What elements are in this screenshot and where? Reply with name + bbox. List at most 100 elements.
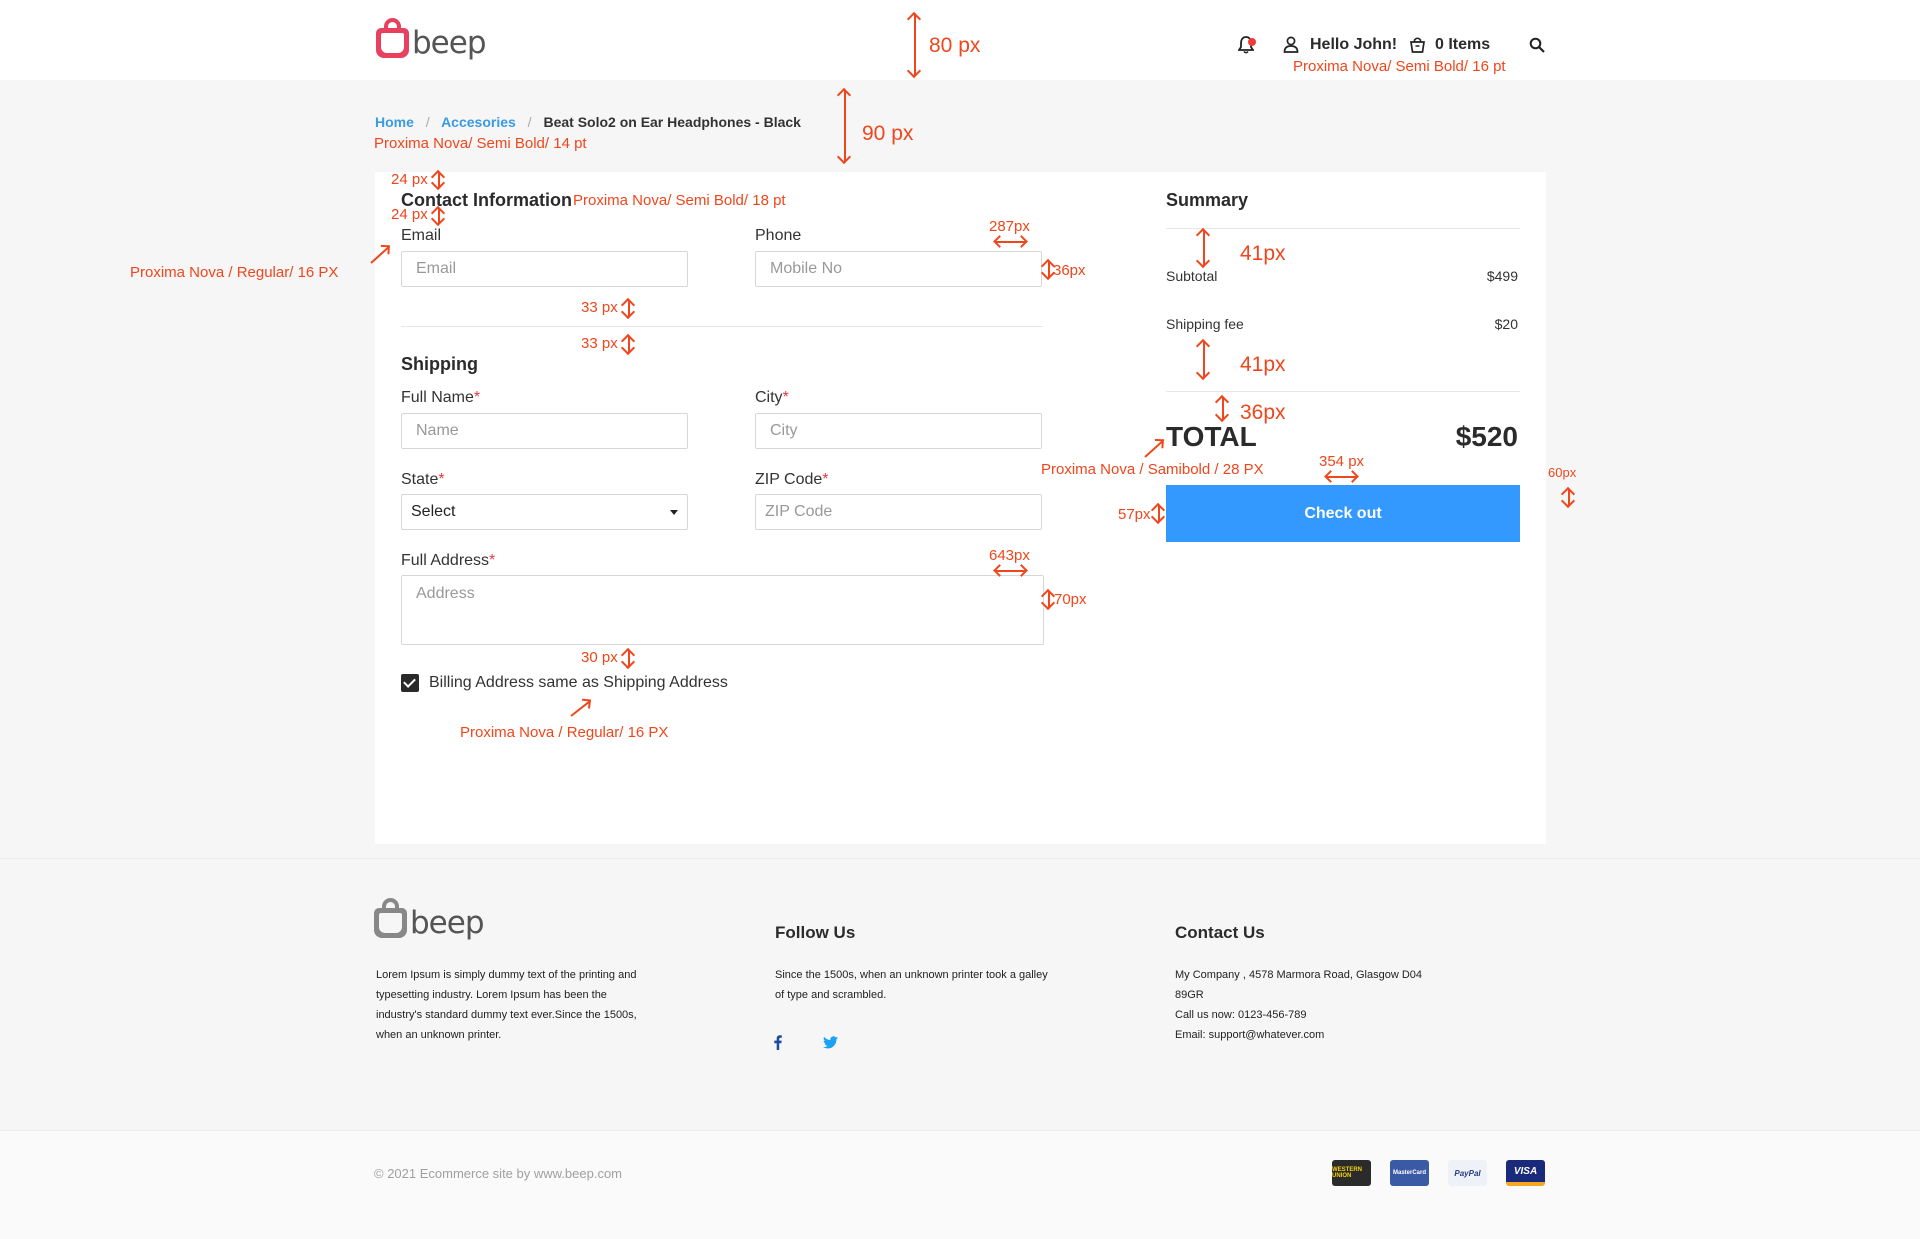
annotation-height-90: 90 px bbox=[862, 122, 914, 145]
contact-us-phone: Call us now: 0123-456-789 bbox=[1175, 1009, 1307, 1021]
user-greeting[interactable]: Hello John! bbox=[1310, 36, 1397, 54]
annotation-crumb-font: Proxima Nova/ Semi Bold/ 14 pt bbox=[374, 135, 587, 152]
annotation-spacing-41: 41px bbox=[1240, 242, 1286, 265]
annotation-spacing-41: 41px bbox=[1240, 353, 1286, 376]
annotation-arrow bbox=[1048, 591, 1050, 608]
annotation-label-font: Proxima Nova / Regular/ 16 PX bbox=[130, 264, 339, 281]
total-value: $520 bbox=[1455, 421, 1518, 452]
annotation-arrow bbox=[1203, 230, 1205, 266]
annotation-arrow bbox=[1048, 261, 1050, 278]
annotation-height-80: 80 px bbox=[929, 34, 981, 57]
copyright-text: © 2021 Ecommerce site by www.beep.com bbox=[374, 1166, 623, 1181]
phone-input[interactable] bbox=[755, 251, 1042, 287]
annotation-spacing-33: 33 px bbox=[581, 335, 618, 352]
breadcrumb-category[interactable]: Accesories bbox=[441, 114, 516, 130]
state-select-value: Select bbox=[411, 503, 456, 520]
billing-checkbox-label[interactable]: Billing Address same as Shipping Address bbox=[429, 674, 728, 692]
annotation-height-57: 57px bbox=[1118, 506, 1151, 523]
contact-us-title: Contact Us bbox=[1175, 923, 1265, 942]
visa-icon: VISA bbox=[1506, 1160, 1545, 1186]
bag-logo-icon bbox=[374, 898, 407, 938]
annotation-arrow bbox=[628, 336, 630, 353]
annotation-header-font: Proxima Nova/ Semi Bold/ 16 pt bbox=[1293, 58, 1506, 75]
contact-us-email[interactable]: Email: support@whatever.com bbox=[1175, 1025, 1324, 1045]
annotation-arrow bbox=[1326, 476, 1357, 478]
annotation-spacing-60: 60px bbox=[1548, 465, 1577, 480]
breadcrumb: Home / Accesories / Beat Solo2 on Ear He… bbox=[375, 114, 801, 130]
annotation-arrow bbox=[628, 300, 630, 317]
summary-divider bbox=[1166, 228, 1520, 229]
mastercard-icon: MasterCard bbox=[1390, 1160, 1429, 1186]
billing-checkbox[interactable] bbox=[401, 674, 419, 692]
contact-us-address: My Company , 4578 Marmora Road, Glasgow … bbox=[1175, 969, 1422, 1001]
annotation-arrow bbox=[438, 172, 440, 188]
annotation-title-font: Proxima Nova/ Semi Bold/ 18 pt bbox=[573, 192, 786, 209]
annotation-total-font: Proxima Nova / Samibold / 28 PX bbox=[1041, 461, 1264, 478]
breadcrumb-separator: / bbox=[425, 114, 430, 130]
annotation-checkbox-font: Proxima Nova / Regular/ 16 PX bbox=[460, 724, 669, 741]
logo-text: beep bbox=[410, 905, 484, 941]
annotation-height-70: 70px bbox=[1054, 591, 1087, 608]
breadcrumb-separator: / bbox=[527, 114, 532, 130]
paypal-icon: PayPal bbox=[1448, 1160, 1487, 1186]
western-union-icon: WESTERN UNION bbox=[1332, 1160, 1371, 1186]
subtotal-label: Subtotal bbox=[1166, 268, 1218, 284]
summary-divider bbox=[1166, 391, 1520, 392]
city-label: City* bbox=[755, 389, 789, 406]
annotation-arrow bbox=[628, 650, 630, 667]
annotation-spacing-24: 24 px bbox=[391, 171, 428, 188]
shipping-fee-label: Shipping fee bbox=[1166, 316, 1244, 332]
subtotal-value: $499 bbox=[1486, 268, 1518, 284]
annotation-arrow bbox=[1203, 341, 1205, 378]
zip-input[interactable] bbox=[755, 494, 1042, 530]
total-label: TOTAL bbox=[1166, 421, 1257, 452]
annotation-width-643: 643px bbox=[989, 547, 1030, 564]
fullname-label: Full Name* bbox=[401, 389, 481, 406]
phone-label: Phone bbox=[755, 227, 802, 244]
annotation-arrow bbox=[1568, 489, 1570, 506]
state-select[interactable]: Select bbox=[401, 494, 688, 530]
breadcrumb-home[interactable]: Home bbox=[375, 114, 414, 130]
cart-icon[interactable] bbox=[1409, 36, 1426, 53]
follow-us-text: Since the 1500s, when an unknown printer… bbox=[775, 969, 1048, 1001]
bag-logo-icon bbox=[376, 18, 409, 58]
copyright-bar bbox=[0, 1130, 1920, 1239]
summary-title: Summary bbox=[1166, 190, 1249, 210]
breadcrumb-current: Beat Solo2 on Ear Headphones - Black bbox=[543, 114, 801, 130]
follow-us-title: Follow Us bbox=[775, 923, 856, 942]
annotation-spacing-30: 30 px bbox=[581, 649, 618, 666]
annotation-arrow bbox=[1158, 505, 1160, 522]
annotation-spacing-24: 24 px bbox=[391, 206, 428, 223]
zip-label: ZIP Code* bbox=[755, 471, 829, 488]
footer-about-text: Lorem Ipsum is simply dummy text of the … bbox=[376, 969, 637, 1041]
cart-count[interactable]: 0 Items bbox=[1435, 36, 1490, 54]
email-label: Email bbox=[401, 227, 442, 244]
annotation-arrow bbox=[995, 241, 1026, 243]
state-label: State* bbox=[401, 471, 445, 488]
annotation-width-287: 287px bbox=[989, 218, 1030, 235]
annotation-spacing-33: 33 px bbox=[581, 299, 618, 316]
annotation-width-354: 354 px bbox=[1319, 453, 1365, 470]
caret-down-icon bbox=[670, 509, 678, 515]
user-icon[interactable] bbox=[1283, 36, 1299, 53]
city-input[interactable] bbox=[755, 413, 1042, 449]
address-label: Full Address* bbox=[401, 552, 496, 569]
annotation-height-36: 36px bbox=[1053, 262, 1086, 279]
annotation-arrow bbox=[1222, 397, 1224, 420]
address-input[interactable] bbox=[401, 575, 1044, 645]
fullname-input[interactable] bbox=[401, 413, 688, 449]
footer-logo[interactable]: beep bbox=[374, 898, 484, 941]
shipping-title: Shipping bbox=[401, 354, 478, 374]
annotation-arrow bbox=[914, 14, 916, 76]
logo-text: beep bbox=[412, 25, 486, 61]
search-icon[interactable] bbox=[1529, 37, 1545, 53]
notification-badge bbox=[1248, 38, 1256, 46]
section-divider bbox=[401, 326, 1043, 327]
checkout-button[interactable]: Check out bbox=[1166, 485, 1520, 542]
annotation-arrow bbox=[844, 90, 846, 162]
header-logo[interactable]: beep bbox=[376, 18, 486, 61]
annotation-arrow bbox=[995, 570, 1026, 572]
facebook-icon[interactable] bbox=[774, 1035, 782, 1050]
twitter-icon[interactable] bbox=[823, 1036, 838, 1049]
email-input[interactable] bbox=[401, 251, 688, 287]
